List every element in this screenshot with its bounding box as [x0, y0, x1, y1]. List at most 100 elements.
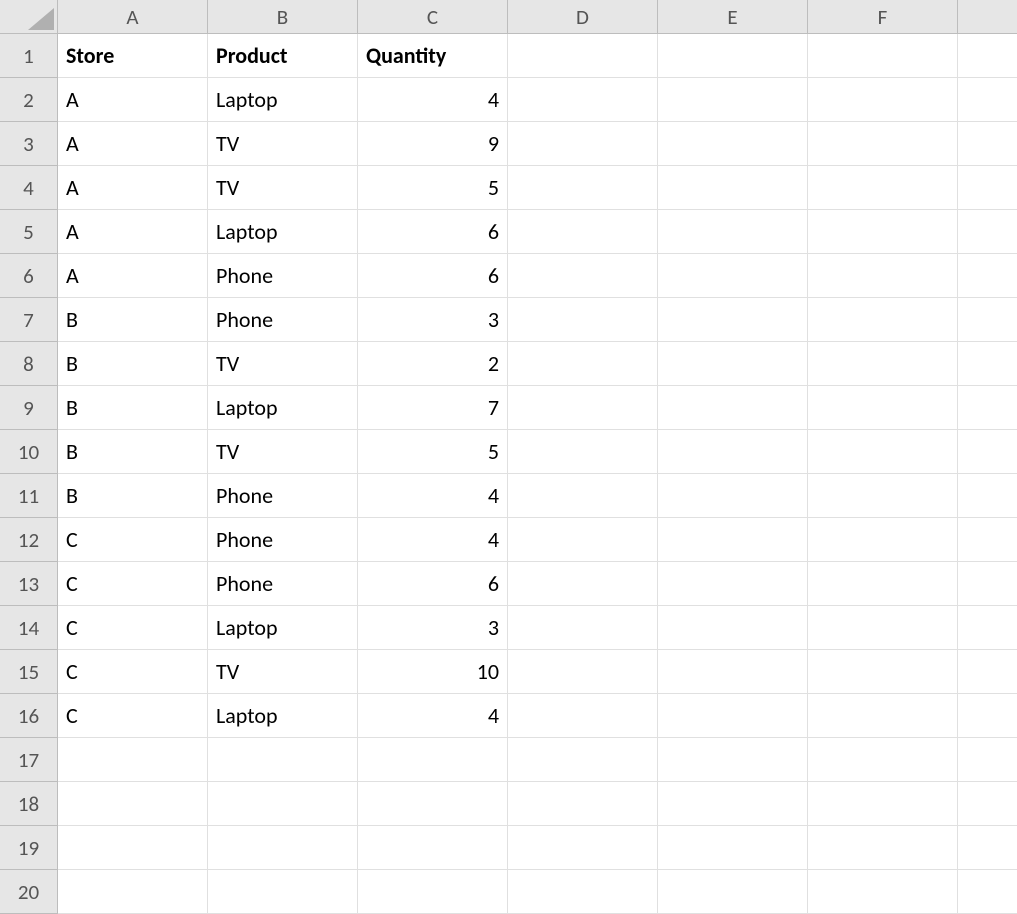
- row-header-15[interactable]: 15: [0, 650, 58, 694]
- cell-D3[interactable]: [508, 122, 658, 166]
- row-header-5[interactable]: 5: [0, 210, 58, 254]
- cell-F15[interactable]: [808, 650, 958, 694]
- row-header-4[interactable]: 4: [0, 166, 58, 210]
- row-header-20[interactable]: 20: [0, 870, 58, 914]
- cell-B3[interactable]: TV: [208, 122, 358, 166]
- cell-F14[interactable]: [808, 606, 958, 650]
- cell-D4[interactable]: [508, 166, 658, 210]
- cell-4[interactable]: [958, 166, 1017, 210]
- cell-20[interactable]: [958, 870, 1017, 914]
- cell-A2[interactable]: A: [58, 78, 208, 122]
- cell-F3[interactable]: [808, 122, 958, 166]
- cell-F19[interactable]: [808, 826, 958, 870]
- cell-B17[interactable]: [208, 738, 358, 782]
- cell-F2[interactable]: [808, 78, 958, 122]
- cell-E7[interactable]: [658, 298, 808, 342]
- cell-C20[interactable]: [358, 870, 508, 914]
- cell-B15[interactable]: TV: [208, 650, 358, 694]
- cell-F13[interactable]: [808, 562, 958, 606]
- cell-2[interactable]: [958, 78, 1017, 122]
- cell-D8[interactable]: [508, 342, 658, 386]
- cell-E11[interactable]: [658, 474, 808, 518]
- cell-F17[interactable]: [808, 738, 958, 782]
- cell-B19[interactable]: [208, 826, 358, 870]
- cell-A10[interactable]: B: [58, 430, 208, 474]
- row-header-13[interactable]: 13: [0, 562, 58, 606]
- row-header-19[interactable]: 19: [0, 826, 58, 870]
- row-header-11[interactable]: 11: [0, 474, 58, 518]
- column-header-C[interactable]: C: [358, 0, 508, 34]
- cell-F11[interactable]: [808, 474, 958, 518]
- column-header-extra[interactable]: [958, 0, 1017, 34]
- cell-C16[interactable]: 4: [358, 694, 508, 738]
- cell-B10[interactable]: TV: [208, 430, 358, 474]
- cell-A19[interactable]: [58, 826, 208, 870]
- row-header-3[interactable]: 3: [0, 122, 58, 166]
- row-header-12[interactable]: 12: [0, 518, 58, 562]
- row-header-2[interactable]: 2: [0, 78, 58, 122]
- cell-A16[interactable]: C: [58, 694, 208, 738]
- cell-6[interactable]: [958, 254, 1017, 298]
- row-header-1[interactable]: 1: [0, 34, 58, 78]
- cell-B6[interactable]: Phone: [208, 254, 358, 298]
- cell-19[interactable]: [958, 826, 1017, 870]
- cell-A13[interactable]: C: [58, 562, 208, 606]
- cell-C13[interactable]: 6: [358, 562, 508, 606]
- cell-E17[interactable]: [658, 738, 808, 782]
- cell-B12[interactable]: Phone: [208, 518, 358, 562]
- cell-A8[interactable]: B: [58, 342, 208, 386]
- row-header-8[interactable]: 8: [0, 342, 58, 386]
- column-header-E[interactable]: E: [658, 0, 808, 34]
- cell-8[interactable]: [958, 342, 1017, 386]
- cell-A12[interactable]: C: [58, 518, 208, 562]
- cell-A14[interactable]: C: [58, 606, 208, 650]
- cell-A5[interactable]: A: [58, 210, 208, 254]
- cell-14[interactable]: [958, 606, 1017, 650]
- cell-D1[interactable]: [508, 34, 658, 78]
- cell-B18[interactable]: [208, 782, 358, 826]
- cell-5[interactable]: [958, 210, 1017, 254]
- cell-10[interactable]: [958, 430, 1017, 474]
- cell-A15[interactable]: C: [58, 650, 208, 694]
- row-header-17[interactable]: 17: [0, 738, 58, 782]
- cell-A18[interactable]: [58, 782, 208, 826]
- cell-E5[interactable]: [658, 210, 808, 254]
- cell-1[interactable]: [958, 34, 1017, 78]
- cell-E9[interactable]: [658, 386, 808, 430]
- cell-E15[interactable]: [658, 650, 808, 694]
- cell-B9[interactable]: Laptop: [208, 386, 358, 430]
- cell-B14[interactable]: Laptop: [208, 606, 358, 650]
- cell-D10[interactable]: [508, 430, 658, 474]
- cell-A6[interactable]: A: [58, 254, 208, 298]
- cell-F1[interactable]: [808, 34, 958, 78]
- cell-C3[interactable]: 9: [358, 122, 508, 166]
- cell-B13[interactable]: Phone: [208, 562, 358, 606]
- cell-D20[interactable]: [508, 870, 658, 914]
- cell-F6[interactable]: [808, 254, 958, 298]
- column-header-B[interactable]: B: [208, 0, 358, 34]
- cell-A9[interactable]: B: [58, 386, 208, 430]
- cell-C11[interactable]: 4: [358, 474, 508, 518]
- cell-F5[interactable]: [808, 210, 958, 254]
- cell-A4[interactable]: A: [58, 166, 208, 210]
- column-header-D[interactable]: D: [508, 0, 658, 34]
- cell-D16[interactable]: [508, 694, 658, 738]
- cell-D13[interactable]: [508, 562, 658, 606]
- cell-C4[interactable]: 5: [358, 166, 508, 210]
- cell-B8[interactable]: TV: [208, 342, 358, 386]
- column-header-A[interactable]: A: [58, 0, 208, 34]
- cell-F7[interactable]: [808, 298, 958, 342]
- cell-C9[interactable]: 7: [358, 386, 508, 430]
- cell-16[interactable]: [958, 694, 1017, 738]
- cell-E1[interactable]: [658, 34, 808, 78]
- cell-E6[interactable]: [658, 254, 808, 298]
- cell-C8[interactable]: 2: [358, 342, 508, 386]
- cell-E8[interactable]: [658, 342, 808, 386]
- cell-C14[interactable]: 3: [358, 606, 508, 650]
- row-header-18[interactable]: 18: [0, 782, 58, 826]
- cell-D17[interactable]: [508, 738, 658, 782]
- cell-D6[interactable]: [508, 254, 658, 298]
- cell-C6[interactable]: 6: [358, 254, 508, 298]
- cell-D19[interactable]: [508, 826, 658, 870]
- cell-E16[interactable]: [658, 694, 808, 738]
